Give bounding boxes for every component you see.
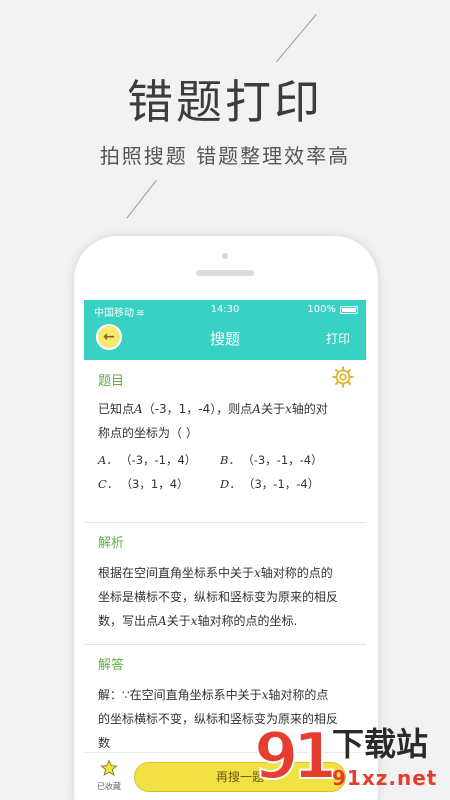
option-letter: D．: [220, 477, 241, 491]
watermark-url: 91xz.net: [332, 766, 438, 790]
phone-speaker: [196, 270, 254, 276]
status-bar: 中国移动 ≋ 14:30 100%: [84, 300, 366, 320]
phone-camera: [222, 253, 228, 259]
app-bar: 中国移动 ≋ 14:30 100% ← 搜题 打印: [84, 300, 366, 360]
question-coords: （-3，1，-4）: [142, 402, 217, 416]
decorative-line-top: [276, 14, 317, 63]
question-stem-line-2: 称点的坐标为（ ）: [98, 426, 198, 440]
option-a[interactable]: A． （-3，-1，4）: [98, 452, 196, 468]
option-value: （3，-1，-4）: [248, 477, 320, 491]
option-d[interactable]: D． （3，-1，-4）: [220, 476, 319, 492]
option-letter: C．: [98, 477, 119, 491]
answer-section-title: 解答: [98, 658, 125, 673]
print-button[interactable]: 打印: [326, 330, 350, 347]
math-symbol: x: [284, 402, 292, 416]
question-text: 关于: [260, 402, 285, 416]
analysis-text: 轴对称的点的: [260, 566, 333, 580]
question-stem-line-1: 已知点A（-3，1，-4），则点A关于x轴的对: [98, 398, 354, 420]
question-section-title: 题目: [98, 374, 125, 389]
nav-bar: ← 搜题 打印: [84, 322, 366, 358]
question-text: 轴的对: [291, 402, 328, 416]
analysis-text: 根据在空间直角坐标系中关于: [98, 566, 255, 580]
analysis-line-3: 数，写出点A关于x轴对称的点的坐标.: [98, 610, 354, 632]
decorative-line-bottom: [126, 180, 157, 219]
answer-text: 轴对称的点: [268, 688, 329, 702]
math-symbol: A: [252, 402, 261, 416]
promo-subline: 拍照搜题 错题整理效率高: [99, 144, 351, 168]
analysis-line-1: 根据在空间直角坐标系中关于x轴对称的点的: [98, 562, 354, 584]
analysis-text: 关于: [166, 614, 191, 628]
section-divider: [84, 522, 366, 523]
question-text: 已知点: [98, 402, 135, 416]
status-battery-text: 100%: [307, 304, 336, 315]
gear-icon[interactable]: [332, 366, 354, 388]
watermark-title: 下载站: [332, 725, 429, 763]
option-letter: A．: [98, 453, 118, 467]
option-b[interactable]: B． （-3，-1，-4）: [220, 452, 323, 468]
answer-text: 解：∵在空间直角坐标系中关于: [98, 688, 262, 702]
analysis-text: 数，写出点: [98, 614, 159, 628]
analysis-text: 轴对称的点的坐标.: [197, 614, 298, 628]
star-icon[interactable]: [100, 759, 118, 777]
math-symbol: A: [158, 614, 167, 628]
analysis-section-title: 解析: [98, 536, 125, 551]
option-c[interactable]: C． （3，1，4）: [98, 476, 189, 492]
math-symbol: A: [134, 402, 143, 416]
math-symbol: x: [254, 566, 261, 580]
watermark-logo: 91 下载站 91xz.net: [253, 720, 450, 800]
option-letter: B．: [220, 453, 240, 467]
promo-headline: 错题打印: [127, 75, 323, 129]
battery-icon: [340, 306, 358, 314]
section-divider: [84, 644, 366, 645]
watermark-number: 91: [253, 720, 338, 794]
favorite-label[interactable]: 已收藏: [94, 781, 124, 792]
answer-line-1: 解：∵在空间直角坐标系中关于x轴对称的点: [98, 684, 354, 706]
question-text: ，则点: [216, 402, 253, 416]
page-title: 搜题: [209, 330, 240, 348]
analysis-line-2: 坐标是横标不变，纵标和竖标变为原来的相反: [98, 590, 339, 604]
option-value: （-3，-1，-4）: [247, 453, 323, 467]
option-value: （3，1，4）: [126, 477, 189, 491]
option-value: （-3，-1，4）: [125, 453, 197, 467]
